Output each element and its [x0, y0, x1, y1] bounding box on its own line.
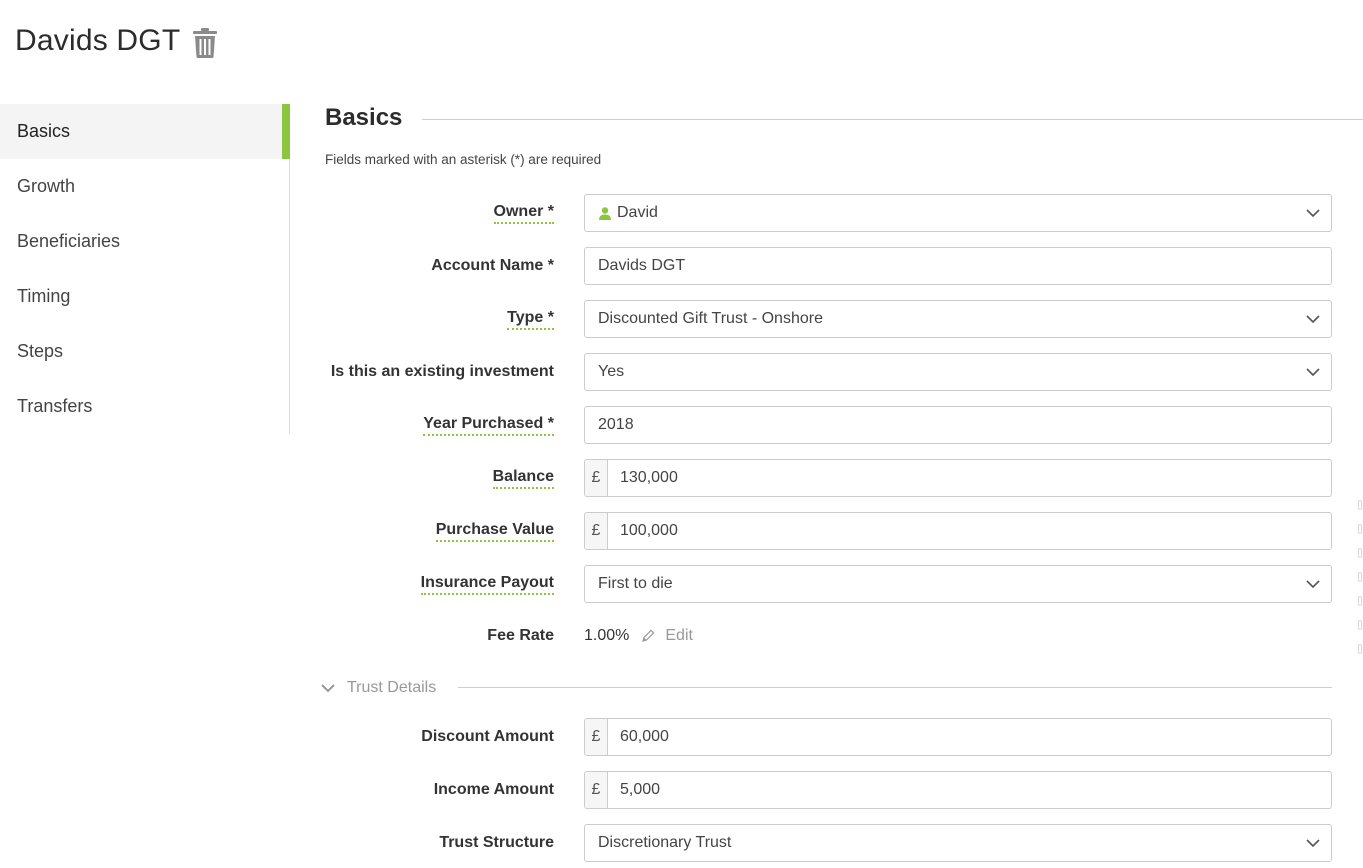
chevron-down-icon	[1306, 838, 1320, 847]
section-title: Basics	[325, 104, 403, 131]
edge-handle	[1358, 596, 1362, 606]
chevron-down-icon	[1306, 367, 1320, 376]
year-purchased-input[interactable]	[585, 416, 1331, 434]
income-amount-label: Income Amount	[433, 781, 554, 798]
owner-label: Owner *	[493, 203, 554, 224]
existing-investment-row: Is this an existing investment Yes	[0, 353, 1363, 391]
trust-details-title: Trust Details	[347, 679, 437, 696]
type-label: Type *	[507, 309, 554, 330]
fee-rate-label: Fee Rate	[487, 627, 554, 644]
fee-rate-edit-link[interactable]: Edit	[641, 627, 693, 645]
page-title: Davids DGT	[15, 24, 181, 57]
edge-handle	[1358, 572, 1362, 582]
existing-investment-value: Yes	[598, 363, 625, 380]
account-name-input[interactable]	[585, 257, 1331, 275]
trust-structure-value: Discretionary Trust	[598, 834, 732, 851]
sidebar-item-basics[interactable]: Basics	[0, 104, 290, 159]
discount-amount-value[interactable]: 60,000	[608, 728, 1331, 746]
trust-structure-select[interactable]: Discretionary Trust	[584, 824, 1332, 862]
currency-addon: £	[585, 719, 608, 755]
discount-amount-field[interactable]: £ 60,000	[584, 718, 1332, 756]
edge-handle	[1358, 500, 1362, 510]
section-divider	[422, 119, 1363, 120]
chevron-down-icon	[1306, 208, 1320, 217]
type-value: Discounted Gift Trust - Onshore	[598, 310, 823, 327]
edge-handle	[1358, 620, 1362, 630]
sidebar-item-label: Basics	[17, 121, 71, 141]
edit-label: Edit	[665, 627, 693, 644]
income-amount-value[interactable]: 5,000	[608, 781, 1331, 799]
income-amount-row: Income Amount £ 5,000	[0, 771, 1363, 809]
purchase-value-field[interactable]: £ 100,000	[584, 512, 1332, 550]
account-name-label: Account Name *	[431, 257, 554, 274]
fee-rate-value: 1.00%	[584, 627, 630, 644]
currency-addon: £	[585, 460, 608, 496]
insurance-payout-label: Insurance Payout	[420, 574, 554, 595]
required-fields-note: Fields marked with an asterisk (*) are r…	[325, 152, 602, 167]
trust-structure-row: Trust Structure Discretionary Trust	[0, 824, 1363, 862]
balance-row: Balance £ 130,000	[0, 459, 1363, 497]
balance-field[interactable]: £ 130,000	[584, 459, 1332, 497]
purchase-value-value[interactable]: 100,000	[608, 522, 1331, 540]
existing-investment-select[interactable]: Yes	[584, 353, 1332, 391]
owner-row: Owner * David	[0, 194, 1363, 232]
type-row: Type * Discounted Gift Trust - Onshore	[0, 300, 1363, 338]
trust-details-toggle[interactable]: Trust Details	[320, 676, 436, 700]
chevron-down-icon	[1306, 314, 1320, 323]
year-purchased-row: Year Purchased *	[0, 406, 1363, 444]
right-edge-handles	[1358, 500, 1363, 700]
currency-addon: £	[585, 772, 608, 808]
user-icon	[599, 206, 611, 220]
purchase-value-row: Purchase Value £ 100,000	[0, 512, 1363, 550]
account-name-field[interactable]	[584, 247, 1332, 285]
type-select[interactable]: Discounted Gift Trust - Onshore	[584, 300, 1332, 338]
income-amount-field[interactable]: £ 5,000	[584, 771, 1332, 809]
year-purchased-field[interactable]	[584, 406, 1332, 444]
account-name-row: Account Name *	[0, 247, 1363, 285]
existing-investment-label: Is this an existing investment	[330, 363, 554, 380]
owner-value: David	[617, 204, 658, 221]
year-purchased-label: Year Purchased *	[423, 415, 554, 436]
edge-handle	[1358, 524, 1362, 534]
trash-icon[interactable]	[191, 27, 219, 59]
chevron-down-icon	[1306, 579, 1320, 588]
edge-handle	[1358, 548, 1362, 558]
pencil-icon	[642, 629, 655, 642]
insurance-payout-value: First to die	[598, 575, 673, 592]
discount-amount-row: Discount Amount £ 60,000	[0, 718, 1363, 756]
currency-addon: £	[585, 513, 608, 549]
balance-value[interactable]: 130,000	[608, 469, 1331, 487]
insurance-payout-row: Insurance Payout First to die	[0, 565, 1363, 603]
balance-label: Balance	[492, 468, 554, 489]
owner-select[interactable]: David	[584, 194, 1332, 232]
fee-rate-display: 1.00% Edit	[584, 617, 693, 655]
fee-rate-row: Fee Rate 1.00% Edit	[0, 617, 1363, 655]
trust-structure-label: Trust Structure	[439, 834, 554, 851]
insurance-payout-select[interactable]: First to die	[584, 565, 1332, 603]
edge-handle	[1358, 644, 1362, 654]
trust-details-divider	[458, 687, 1332, 688]
purchase-value-label: Purchase Value	[435, 521, 554, 542]
chevron-down-icon	[321, 684, 335, 693]
discount-amount-label: Discount Amount	[421, 728, 554, 745]
